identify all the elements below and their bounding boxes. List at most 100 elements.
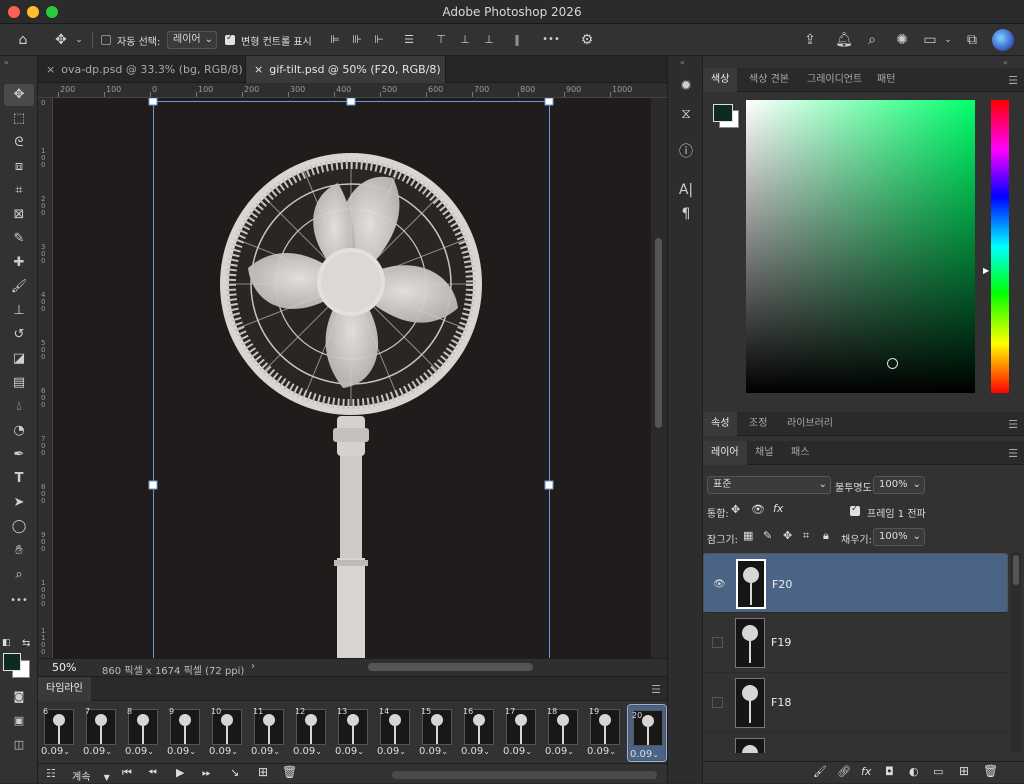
swap-colors-icon[interactable]: ⇆ [22, 638, 30, 649]
blend-mode-dropdown[interactable]: 표준 ⌄ [707, 476, 831, 494]
home-icon[interactable]: ⌂ [8, 24, 38, 56]
history-icon[interactable]: ⧖ [674, 102, 698, 126]
frame-delay[interactable]: 0.09⌄ [377, 746, 406, 757]
artboard-icon[interactable]: ◫ [4, 734, 34, 756]
layer-row-f19[interactable]: F19 [703, 613, 1008, 673]
unify-position-icon[interactable]: ✥ [731, 503, 740, 516]
avatar[interactable] [992, 29, 1014, 51]
history-brush-icon[interactable]: ↺ [4, 324, 34, 346]
crop-tool-icon[interactable]: ⌗ [4, 180, 34, 202]
frame-delay[interactable]: 0.09⌄ [167, 746, 196, 757]
frame-delay[interactable]: 0.09⌄ [419, 746, 448, 757]
timeline-frame[interactable]: 19 0.09⌄ [586, 705, 624, 761]
frame-delay[interactable]: 0.09⌄ [545, 746, 574, 757]
collapse-chevrons-icon[interactable]: « [680, 58, 685, 67]
add-layer-style-icon[interactable]: fx [861, 765, 871, 778]
scroll-thumb[interactable] [655, 238, 662, 428]
timeline-frame[interactable]: 18 0.09⌄ [544, 705, 582, 761]
workspace-chevron-icon[interactable]: ⌄ [942, 24, 954, 56]
panel-menu-icon[interactable]: ☰ [1008, 74, 1018, 87]
vertical-scrollbar[interactable] [651, 98, 667, 658]
new-group-icon[interactable]: ▭ [933, 765, 943, 778]
layer-row-f18[interactable]: F18 [703, 673, 1008, 733]
tab-paths[interactable]: 패스 [783, 441, 817, 465]
layer-row-partial[interactable] [703, 733, 1008, 753]
collapse-chevrons-icon[interactable]: « [1003, 58, 1008, 67]
timeline-frame[interactable]: 8 0.09⌄ [124, 705, 162, 761]
timeline-frame[interactable]: 15 0.09⌄ [418, 705, 456, 761]
frame-delay[interactable]: 0.09⌄ [587, 746, 616, 757]
tab-gif-tilt[interactable]: × gif-tilt.psd @ 50% (F20, RGB/8) [246, 56, 446, 83]
visibility-toggle[interactable] [712, 697, 723, 708]
bell-icon[interactable]: 🔔︎ [834, 24, 854, 56]
gradient-tool-icon[interactable]: ▤ [4, 372, 34, 394]
expand-chevrons-icon[interactable]: » [4, 58, 9, 67]
color-field[interactable] [746, 100, 975, 393]
timeline-frame[interactable]: 12 0.09⌄ [292, 705, 330, 761]
show-transform-checkbox[interactable] [225, 33, 235, 45]
timeline-frame[interactable]: 16 0.09⌄ [460, 705, 498, 761]
ellipse-tool-icon[interactable]: ◯ [4, 516, 34, 538]
auto-select-dropdown[interactable]: 레이어 ⌄ [167, 31, 217, 49]
timeline-frame[interactable]: 13 0.09⌄ [334, 705, 372, 761]
new-layer-icon[interactable]: ⊞ [959, 764, 969, 778]
lock-transparent-icon[interactable]: ▦ [743, 529, 753, 542]
loop-options-dropdown[interactable]: 계속 ▼ [72, 768, 110, 783]
hue-slider-handle[interactable]: ▶ [983, 266, 989, 275]
close-tab-icon[interactable]: × [46, 63, 55, 76]
close-tab-icon[interactable]: × [254, 63, 263, 76]
tool-preset-chevron-icon[interactable]: ⌄ [72, 24, 86, 56]
zoom-tool-icon[interactable]: ⌕ [4, 564, 34, 586]
fill-field[interactable]: 100% ⌄ [873, 528, 925, 546]
timeline-frame[interactable]: 17 0.09⌄ [502, 705, 540, 761]
panel-menu-icon[interactable]: ☰ [1008, 447, 1018, 460]
previous-frame-icon[interactable]: ⏪︎ [148, 766, 157, 780]
frame-delay[interactable]: 0.09⌄ [41, 746, 70, 757]
stamp-tool-icon[interactable]: ⊥ [4, 300, 34, 322]
add-mask-icon[interactable]: ◘ [885, 765, 894, 778]
quick-mask-icon[interactable]: ◙ [4, 686, 34, 708]
timeline-scrollbar[interactable] [392, 771, 657, 779]
marquee-tool-icon[interactable]: ⬚ [4, 108, 34, 130]
propagate-frame-checkbox[interactable] [850, 504, 860, 516]
paragraph-icon[interactable]: ¶ [674, 202, 698, 226]
search-icon[interactable]: ⌕ [862, 24, 882, 56]
tab-ova-dp[interactable]: × ova-dp.psd @ 33.3% (bg, RGB/8) [38, 56, 246, 83]
status-menu-arrow[interactable]: › [251, 661, 255, 672]
healing-brush-icon[interactable]: ✚ [4, 252, 34, 274]
lasso-tool-icon[interactable]: ᘓ [4, 132, 34, 154]
distribute-vertical-icon[interactable]: ‖ [508, 24, 526, 56]
horizontal-scroll-thumb[interactable] [368, 663, 533, 671]
more-options-button[interactable]: ••• [540, 24, 562, 56]
unify-style-icon[interactable]: fx [773, 502, 783, 515]
share-icon[interactable]: ⇪ [800, 24, 820, 56]
foreground-color-swatch[interactable] [713, 104, 733, 122]
auto-select-checkbox[interactable] [101, 35, 111, 45]
layer-row-f20[interactable]: 👁︎ F20 [703, 553, 1008, 613]
pen-tool-icon[interactable]: ✒ [4, 444, 34, 466]
timeline-frame[interactable]: 11 0.09⌄ [250, 705, 288, 761]
scroll-thumb[interactable] [1013, 555, 1019, 585]
align-bottom-icon[interactable]: ⊥ [480, 24, 498, 56]
eraser-tool-icon[interactable]: ◪ [4, 348, 34, 370]
screen-mode-icon[interactable]: ▣ [4, 710, 34, 732]
tab-gradients[interactable]: 그레이디언트 [799, 68, 870, 92]
document-canvas[interactable] [53, 98, 651, 658]
timeline-frame[interactable]: 7 0.09⌄ [82, 705, 120, 761]
align-left-icon[interactable]: ⊫ [326, 24, 344, 56]
frame-delay[interactable]: 0.09⌄ [335, 746, 364, 757]
tab-adjustments[interactable]: 조정 [741, 412, 775, 436]
align-hcenter-icon[interactable]: ⊪ [348, 24, 366, 56]
character-icon[interactable]: A| [674, 178, 698, 202]
frame-delay[interactable]: 0.09⌄ [125, 746, 154, 757]
workspace-icon[interactable]: ▭ [920, 24, 940, 56]
move-tool-icon[interactable]: ✥ [4, 84, 34, 106]
align-right-icon[interactable]: ⊩ [370, 24, 388, 56]
distribute-icon[interactable]: ☰ [400, 24, 418, 56]
trash-icon[interactable]: 🗑︎ [983, 764, 998, 778]
dodge-tool-icon[interactable]: ◔ [4, 420, 34, 442]
timeline-frame[interactable]: 14 0.09⌄ [376, 705, 414, 761]
brush-tool-icon[interactable]: 🖌︎ [4, 276, 34, 298]
type-tool-icon[interactable]: T [4, 468, 34, 490]
frame-tool-icon[interactable]: ⊠ [4, 204, 34, 226]
